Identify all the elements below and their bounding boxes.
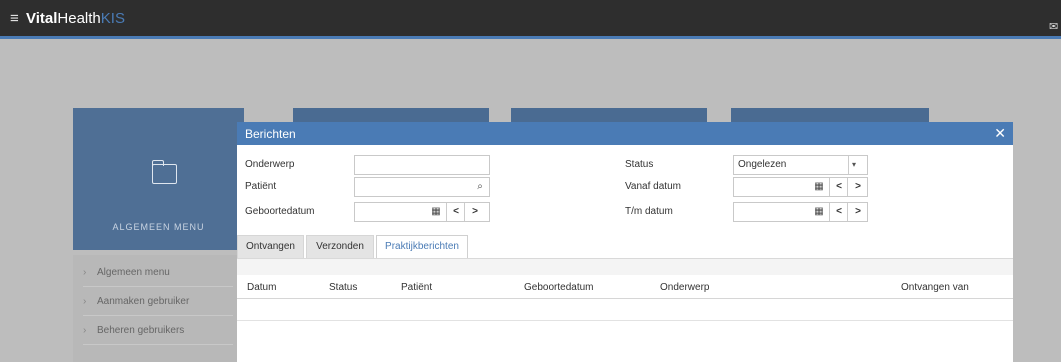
chevron-right-icon: › bbox=[83, 325, 87, 336]
app-logo: VitalHealthKIS bbox=[26, 10, 125, 27]
patient-input[interactable] bbox=[354, 177, 490, 197]
tab-ontvangen[interactable]: Ontvangen bbox=[237, 235, 304, 259]
sidebar-item-beheren-gebruikers[interactable]: › Beheren gebruikers bbox=[83, 317, 233, 345]
sidebar-item-label: Beheren gebruikers bbox=[97, 325, 185, 336]
menu-tile[interactable] bbox=[293, 108, 489, 123]
algemeen-menu-tile[interactable]: ALGEMEEN MENU bbox=[73, 108, 244, 250]
divider bbox=[446, 203, 447, 221]
next-date-button[interactable]: > bbox=[468, 203, 482, 221]
close-icon[interactable]: ✕ bbox=[994, 125, 1006, 142]
divider bbox=[848, 156, 849, 174]
divider bbox=[847, 203, 848, 221]
next-date-button[interactable]: > bbox=[851, 203, 865, 221]
divider bbox=[829, 178, 830, 196]
chevron-right-icon: › bbox=[83, 296, 87, 307]
sidebar-item-label: Algemeen menu bbox=[97, 267, 170, 278]
sidebar-item-algemeen-menu[interactable]: › Algemeen menu bbox=[83, 259, 233, 287]
sidebar-item-aanmaken-gebruiker[interactable]: › Aanmaken gebruiker bbox=[83, 288, 233, 316]
divider bbox=[847, 178, 848, 196]
status-label: Status bbox=[625, 159, 654, 170]
column-header-onderwerp[interactable]: Onderwerp bbox=[660, 282, 709, 293]
search-icon[interactable]: ⌕ bbox=[472, 178, 488, 196]
calendar-icon[interactable]: ▦ bbox=[428, 203, 444, 221]
previous-date-button[interactable]: < bbox=[449, 203, 463, 221]
chevron-down-icon: ▾ bbox=[852, 160, 857, 169]
grid-toolbar bbox=[237, 259, 1013, 275]
mail-icon[interactable]: ✉ bbox=[1049, 20, 1058, 33]
tab-praktijkberichten[interactable]: Praktijkberichten bbox=[376, 235, 468, 259]
table-header: Datum Status Patiënt Geboortedatum Onder… bbox=[237, 275, 1013, 299]
previous-date-button[interactable]: < bbox=[832, 178, 846, 196]
next-date-button[interactable]: > bbox=[851, 178, 865, 196]
column-header-ontvangen-van[interactable]: Ontvangen van bbox=[901, 282, 969, 293]
geboortedatum-label: Geboortedatum bbox=[245, 206, 315, 217]
column-header-status[interactable]: Status bbox=[329, 282, 357, 293]
column-header-geboortedatum[interactable]: Geboortedatum bbox=[524, 282, 594, 293]
menu-tile[interactable] bbox=[511, 108, 707, 123]
sidebar-item-label: Aanmaken gebruiker bbox=[97, 296, 190, 307]
tm-datum-label: T/m datum bbox=[625, 206, 673, 217]
status-select[interactable]: Ongelezen ▾ bbox=[733, 155, 868, 175]
table-row bbox=[237, 320, 1013, 321]
sidebar-menu: › Algemeen menu › Aanmaken gebruiker › Behe… bbox=[73, 255, 244, 362]
onderwerp-input[interactable] bbox=[354, 155, 490, 175]
message-tabs: Ontvangen Verzonden Praktijkberichten bbox=[237, 235, 1013, 259]
hamburger-menu-icon[interactable]: ≡ bbox=[10, 10, 19, 28]
tile-caption: ALGEMEEN MENU bbox=[112, 222, 205, 232]
onderwerp-label: Onderwerp bbox=[245, 159, 295, 170]
calendar-icon[interactable]: ▦ bbox=[811, 203, 827, 221]
status-select-value: Ongelezen bbox=[738, 159, 787, 170]
divider bbox=[464, 203, 465, 221]
column-header-datum[interactable]: Datum bbox=[247, 282, 276, 293]
patient-label: Patiënt bbox=[245, 181, 277, 192]
vanaf-datum-label: Vanaf datum bbox=[625, 181, 681, 192]
calendar-icon[interactable]: ▦ bbox=[811, 178, 827, 196]
top-bar: ≡ VitalHealthKIS ✉ bbox=[0, 0, 1061, 39]
chevron-right-icon: › bbox=[83, 267, 87, 278]
menu-tile[interactable] bbox=[731, 108, 929, 123]
tab-verzonden[interactable]: Verzonden bbox=[306, 235, 374, 259]
divider bbox=[829, 203, 830, 221]
berichten-dialog: Berichten ✕ Onderwerp Patiënt ⌕ Geboorte… bbox=[237, 122, 1013, 362]
previous-date-button[interactable]: < bbox=[832, 203, 846, 221]
folder-icon bbox=[151, 160, 177, 184]
column-header-patient[interactable]: Patiënt bbox=[401, 282, 432, 293]
dialog-header: Berichten ✕ bbox=[237, 122, 1013, 145]
dialog-title: Berichten bbox=[245, 127, 296, 141]
